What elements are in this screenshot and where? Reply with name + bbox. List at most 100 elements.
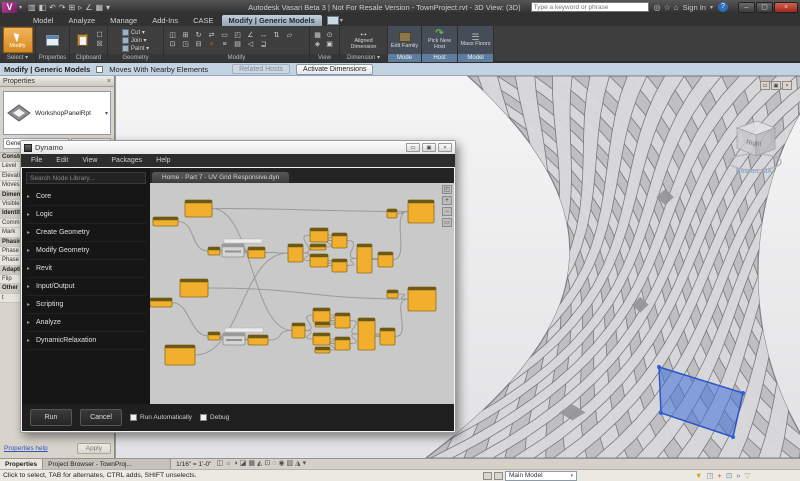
ribbon-tab-analyze[interactable]: Analyze (61, 15, 102, 26)
ribbon-tab-model[interactable]: Model (26, 15, 60, 26)
dynamo-node-8[interactable] (331, 232, 348, 249)
crop-icon[interactable]: ◫ (216, 459, 223, 469)
dynamo-node-28[interactable] (379, 327, 396, 346)
tab-options-caret-icon[interactable]: ▾ (340, 17, 343, 24)
node-category-analyze[interactable]: Analyze (26, 314, 146, 332)
scale-button[interactable]: 1/16" = 1'-0" (171, 461, 216, 468)
modify-tool-icon-16[interactable]: ◁ (245, 41, 257, 49)
dynamo-node-26[interactable] (334, 336, 351, 351)
menu-packages[interactable]: Packages (111, 157, 142, 164)
tab-project-browser[interactable]: Project Browser - TownProj... (43, 458, 172, 470)
ribbon-tab-manage[interactable]: Manage (103, 15, 144, 26)
sun-icon[interactable]: ☼ (225, 459, 231, 469)
dynamo-node-12[interactable] (377, 251, 394, 268)
dynamo-node-9[interactable] (309, 253, 329, 268)
dynamo-node-13[interactable] (386, 208, 398, 219)
debug-checkbox[interactable] (200, 414, 208, 421)
dynamo-node-27[interactable] (357, 317, 376, 351)
dynamo-node-10[interactable] (331, 258, 348, 273)
ribbon-tab-context[interactable]: Modify | Generic Models (221, 15, 322, 26)
run-button[interactable]: Run (30, 409, 72, 426)
viewcube[interactable]: Right (728, 112, 788, 174)
app-menu-caret-icon[interactable]: ▾ (19, 4, 22, 11)
dynamo-node-30[interactable] (407, 286, 437, 312)
minimize-button[interactable]: ▭ (406, 143, 420, 152)
paste-button[interactable] (72, 27, 92, 53)
modify-tool-icon-0[interactable]: ◫ (167, 32, 179, 40)
dynamo-node-29[interactable] (386, 289, 399, 299)
more-icon[interactable]: ▾ (303, 459, 307, 469)
clipboard-small-icons[interactable]: ☐ ☒ (94, 32, 105, 49)
default-3d-view-icon[interactable]: ▦ (95, 1, 103, 14)
properties-button[interactable] (38, 27, 67, 53)
view-tool-icon-1[interactable]: ⊙ (324, 32, 335, 40)
aligned-dimension-button[interactable]: ↔ Aligned Dimension (349, 27, 379, 53)
related-hosts-button[interactable]: Related Hosts (232, 64, 291, 74)
modify-tool-icon-4[interactable]: ▭ (219, 32, 231, 40)
modify-tool-icon-2[interactable]: ↻ (193, 32, 205, 40)
panel-label-dimension[interactable]: Dimension ▾ (340, 54, 387, 62)
modify-tool-icon-8[interactable]: ⇅ (271, 32, 283, 40)
close-button[interactable]: × (438, 143, 452, 152)
menu-help[interactable]: Help (156, 157, 170, 164)
modify-tool-icon-6[interactable]: ∠ (245, 32, 257, 40)
search-icon[interactable]: ◎ (654, 3, 661, 12)
panel-stack-icon[interactable] (326, 16, 339, 25)
crop-region-icon[interactable]: ⊡ (264, 459, 270, 469)
undo-icon[interactable]: ↶ (49, 1, 56, 14)
communication-center-icon[interactable]: ⌂ (674, 3, 679, 12)
worksets-icon[interactable] (483, 471, 492, 480)
geometry-button-cut[interactable]: Cut ▾ (121, 28, 149, 36)
modify-tool-icon-1[interactable]: ⊞ (180, 32, 192, 40)
menu-view[interactable]: View (82, 157, 97, 164)
press-drag-icon[interactable]: » (736, 470, 740, 481)
mass-floors-button[interactable]: ☰ Mass Floors (461, 27, 491, 53)
dynamo-node-14[interactable] (407, 199, 435, 224)
run-automatically-checkbox[interactable] (130, 414, 137, 421)
hide-icon[interactable]: ◌ (272, 459, 276, 469)
modify-tool-icon-13[interactable]: × (206, 41, 218, 49)
dynamo-node-0[interactable] (184, 199, 213, 218)
dynamo-node-31[interactable] (164, 344, 196, 366)
minimize-button[interactable]: ▭ (760, 81, 770, 90)
render-icon[interactable]: ◪ (240, 459, 247, 469)
node-category-modifygeometry[interactable]: Modify Geometry (26, 242, 146, 260)
dynamo-title-bar[interactable]: Dynamo ▭ ▣ × (21, 141, 455, 154)
dynamo-node-2[interactable] (207, 246, 221, 256)
properties-help-link[interactable]: Properties help (4, 445, 48, 452)
panel-label-select[interactable]: Select ▾ (0, 54, 35, 62)
dynamo-node-5[interactable] (287, 243, 304, 263)
node-search-input[interactable]: Search Node Library... (26, 172, 146, 184)
dynamo-node-22[interactable] (314, 321, 331, 328)
open-icon[interactable]: ▥ (28, 1, 36, 14)
view-tool-icon-2[interactable]: ◈ (312, 41, 323, 49)
sign-in-caret-icon[interactable]: ▾ (710, 4, 713, 11)
modify-tool-icon-3[interactable]: ⇄ (206, 32, 218, 40)
shadows-icon[interactable]: ◑ (234, 459, 238, 469)
qat-more-icon[interactable]: ▾ (106, 1, 110, 14)
visual-style-icon[interactable]: ◭ (257, 459, 262, 469)
reveal-icon[interactable]: ◉ (278, 459, 284, 469)
node-category-creategeometry[interactable]: Create Geometry (26, 224, 146, 242)
minimize-button[interactable]: – (738, 1, 755, 13)
design-options-icon[interactable]: + (718, 470, 722, 481)
node-graph[interactable] (150, 183, 448, 401)
menu-file[interactable]: File (31, 157, 42, 164)
modify-tool-icon-9[interactable]: ▱ (284, 32, 296, 40)
modify-tool-icon-12[interactable]: ⊟ (193, 41, 205, 49)
dynamo-node-21[interactable] (312, 307, 331, 323)
dynamo-node-1[interactable] (152, 216, 179, 227)
node-category-inputoutput[interactable]: Input/Output (26, 278, 146, 296)
detail-level-icon[interactable]: ▦ (248, 459, 255, 469)
modify-tool-icon-11[interactable]: ◳ (180, 41, 192, 49)
modify-tool-icon-5[interactable]: ◰ (232, 32, 244, 40)
modify-icon[interactable]: ▹ (78, 1, 82, 14)
view-tool-icon-0[interactable]: ▦ (312, 32, 323, 40)
activate-dimensions-button[interactable]: Activate Dimensions (296, 63, 374, 75)
maximize-button[interactable]: ▣ (771, 81, 781, 90)
save-icon[interactable]: ◧ (39, 1, 47, 14)
moves-with-nearby-checkbox[interactable] (96, 65, 104, 73)
dynamo-node-25[interactable] (314, 346, 331, 354)
ribbon-tab-case[interactable]: CASE (186, 15, 220, 26)
close-icon[interactable]: × (107, 78, 111, 85)
